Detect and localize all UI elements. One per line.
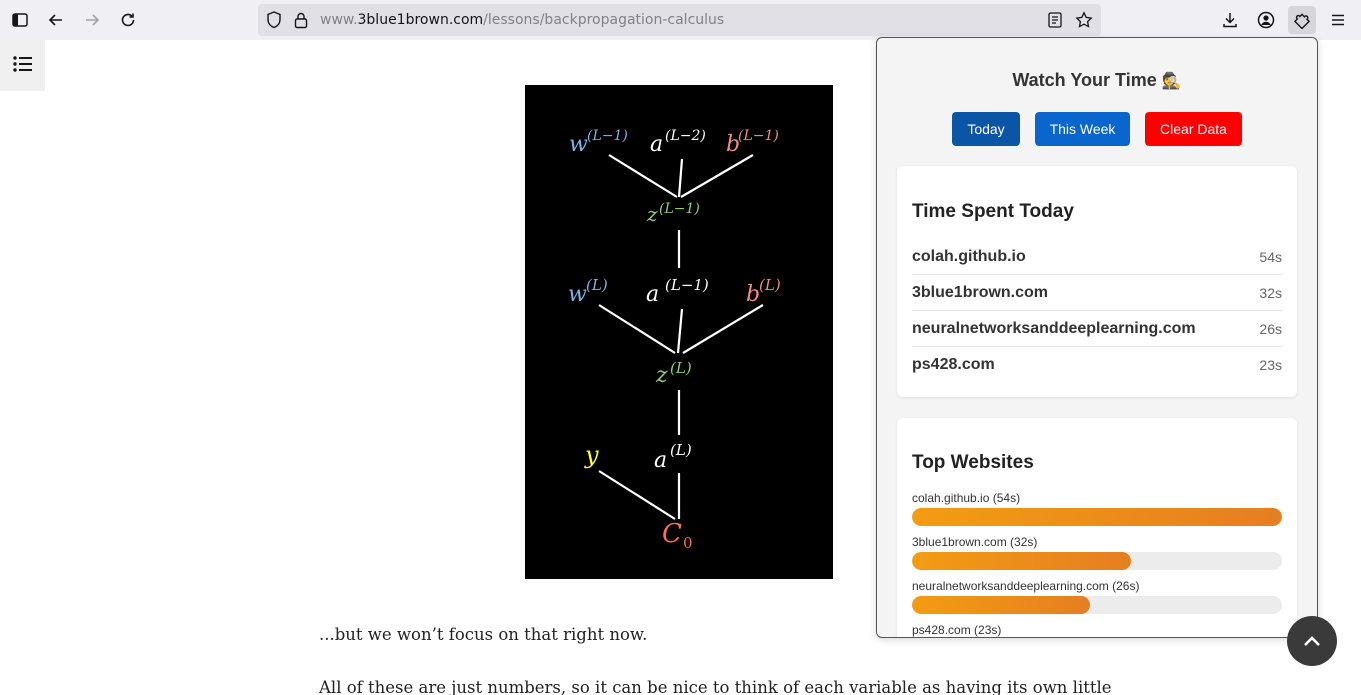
- reload-icon[interactable]: [114, 6, 142, 34]
- site-name: ps428.com: [912, 356, 995, 373]
- bar-track: [912, 552, 1282, 570]
- top-websites-card: Top Websites colah.github.io (54s) 3blue…: [897, 418, 1297, 637]
- node-z-upper: z: [646, 202, 658, 226]
- node-a-top-sup: (L−2): [665, 128, 706, 144]
- clear-data-button[interactable]: Clear Data: [1145, 112, 1242, 146]
- this-week-button[interactable]: This Week: [1035, 112, 1130, 146]
- node-a-L-sup: (L): [670, 441, 692, 459]
- bar-label: colah.github.io (54s): [912, 491, 1021, 505]
- site-time: 26s: [1259, 320, 1282, 337]
- site-time: 23s: [1259, 357, 1282, 373]
- extensions-icon[interactable]: [1288, 6, 1316, 34]
- url-domain: 3blue1brown.com: [357, 12, 484, 28]
- paragraph-1: ...but we won’t focus on that right now.: [319, 625, 648, 644]
- bar-label: neuralnetworksanddeeplearning.com (26s): [912, 579, 1140, 593]
- spy-emoji-icon: 🕵️: [1161, 73, 1182, 90]
- node-b-top-sup: (L−1): [738, 128, 779, 144]
- url-path: /lessons/backpropagation-calculus: [483, 12, 725, 28]
- scroll-to-top-button[interactable]: [1287, 616, 1337, 666]
- bar-fill: [912, 596, 1090, 614]
- node-z-upper-sup: (L−1): [659, 201, 700, 217]
- time-spent-today-card: Time Spent Today colah.github.io 54s 3bl…: [897, 166, 1297, 397]
- chevron-up-icon: [1303, 632, 1321, 651]
- node-w-mid: w: [568, 282, 587, 307]
- site-name: 3blue1brown.com: [912, 283, 1049, 301]
- computation-graph-figure: w (L−1) a (L−2) b (L−1) z (L−1) w (L) a …: [525, 85, 833, 579]
- popup-title: Watch Your Time 🕵️: [877, 70, 1317, 91]
- table-of-contents-button[interactable]: [0, 40, 45, 91]
- bar-label: 3blue1brown.com (32s): [912, 535, 1038, 549]
- back-icon[interactable]: [42, 6, 70, 34]
- node-a-mid-sup: (L−1): [665, 276, 709, 294]
- downloads-icon[interactable]: [1216, 6, 1244, 34]
- site-time: 32s: [1259, 284, 1282, 301]
- bar-track: [912, 508, 1282, 526]
- today-button[interactable]: Today: [952, 112, 1020, 146]
- node-z-lower: z: [655, 363, 668, 388]
- node-a-mid: a: [646, 282, 659, 307]
- node-w-top-sup: (L−1): [587, 128, 628, 144]
- bar-fill: [912, 552, 1132, 570]
- menu-hamburger-icon[interactable]: [1324, 6, 1352, 34]
- watch-your-time-popup: Watch Your Time 🕵️ Today This Week Clear…: [876, 37, 1318, 638]
- account-icon[interactable]: [1252, 6, 1280, 34]
- shield-icon[interactable]: [266, 11, 282, 33]
- browser-toolbar: www.3blue1brown.com/lessons/backpropagat…: [0, 0, 1361, 40]
- site-time: 54s: [1259, 248, 1282, 265]
- node-b-mid: b: [746, 282, 760, 307]
- url-text[interactable]: www.3blue1brown.com/lessons/backpropagat…: [320, 12, 724, 28]
- list-item: neuralnetworksanddeeplearning.com 26s: [912, 311, 1282, 347]
- node-w-top: w: [569, 132, 588, 157]
- paragraph-2: All of these are just numbers, so it can…: [319, 678, 1112, 695]
- url-prefix: www.: [320, 12, 358, 28]
- bar-track: [912, 596, 1282, 614]
- list-item: colah.github.io 54s: [912, 239, 1282, 275]
- top-websites-title: Top Websites: [912, 452, 1034, 473]
- reader-view-icon[interactable]: [1048, 12, 1062, 32]
- time-spent-today-title: Time Spent Today: [912, 201, 1074, 222]
- forward-icon[interactable]: [78, 6, 106, 34]
- bar-fill: [912, 508, 1282, 526]
- list-item: ps428.com 23s: [912, 347, 1282, 383]
- bar-label: ps428.com (23s): [912, 623, 1002, 637]
- popup-title-text: Watch Your Time: [1012, 70, 1157, 90]
- url-bar[interactable]: www.3blue1brown.com/lessons/backpropagat…: [258, 4, 1101, 36]
- node-z-lower-sup: (L): [670, 359, 692, 377]
- node-w-mid-sup: (L): [586, 276, 608, 294]
- site-name: colah.github.io: [912, 247, 1026, 265]
- node-a-L: a: [654, 448, 667, 473]
- list-item: 3blue1brown.com 32s: [912, 275, 1282, 311]
- node-cost-sub: 0: [683, 534, 693, 552]
- lock-icon[interactable]: [294, 11, 308, 33]
- list-icon: [12, 55, 33, 76]
- node-cost: C: [662, 519, 682, 549]
- node-a-top: a: [650, 132, 663, 157]
- node-b-mid-sup: (L): [759, 276, 781, 294]
- bookmark-star-icon[interactable]: [1075, 11, 1093, 33]
- site-name: neuralnetworksanddeeplearning.com: [912, 319, 1196, 337]
- sidebar-toggle-icon[interactable]: [6, 6, 34, 34]
- node-y: y: [584, 441, 599, 469]
